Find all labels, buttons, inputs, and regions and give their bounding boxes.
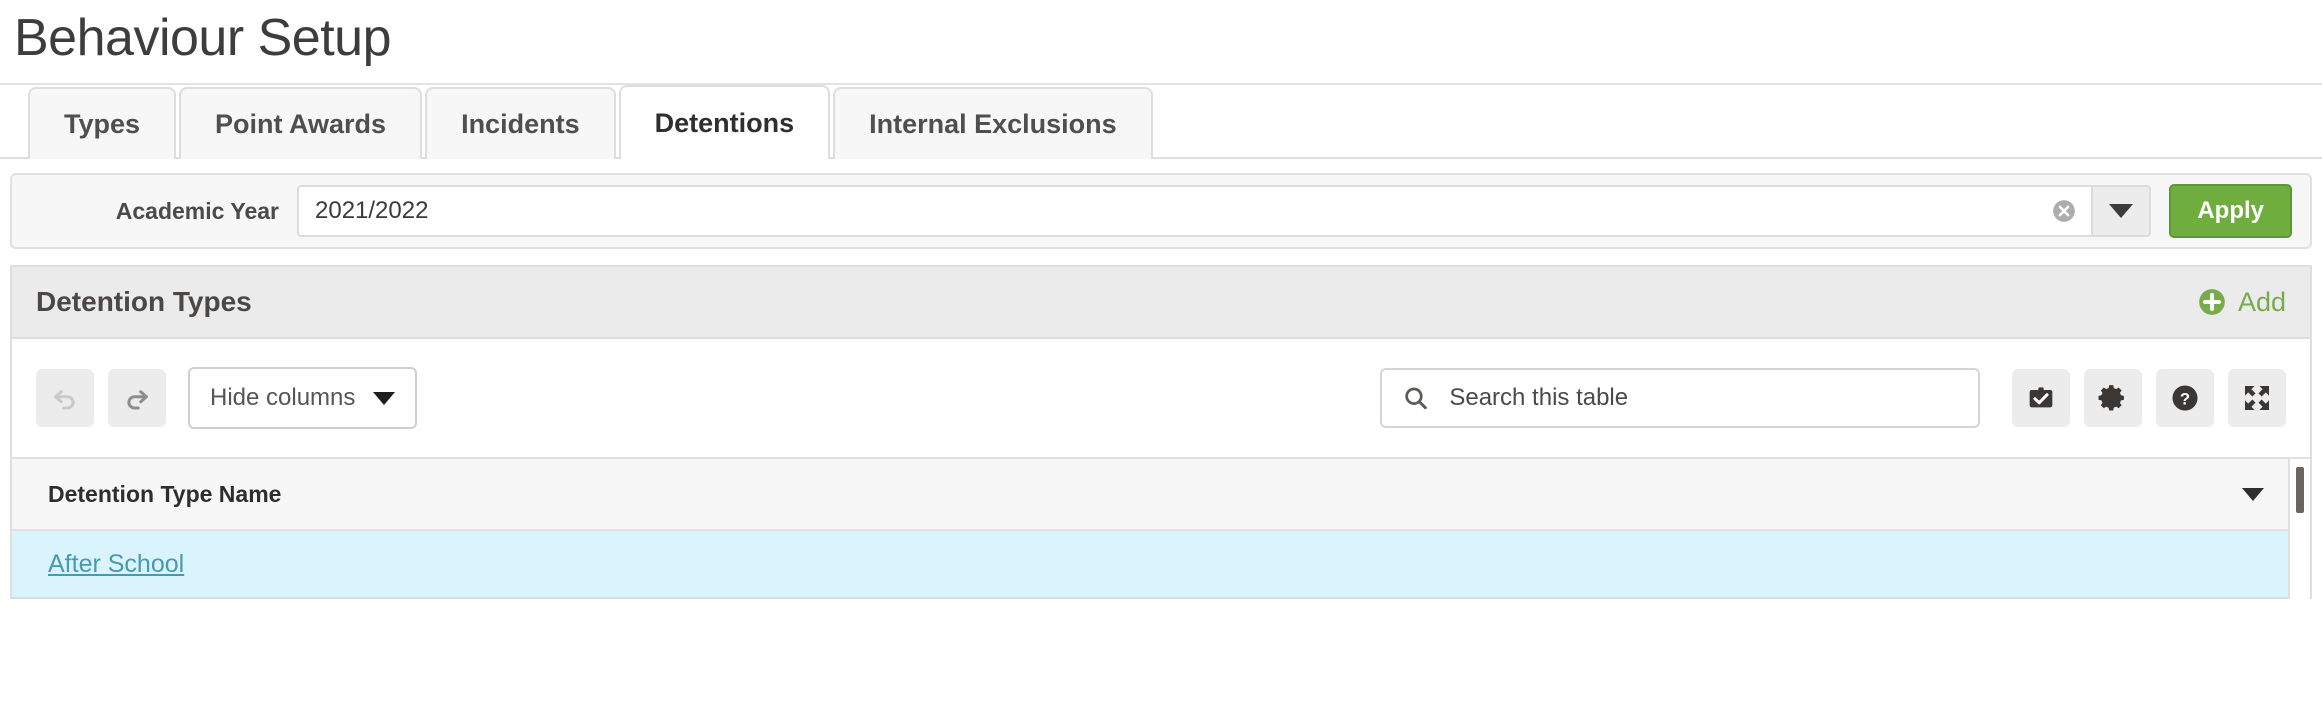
tab-incidents[interactable]: Incidents [425,87,616,159]
table-container: Detention Type Name After School [12,457,2310,599]
select-rows-icon [2025,382,2057,414]
apply-button[interactable]: Apply [2169,184,2292,238]
tab-label: Internal Exclusions [869,109,1117,140]
search-box[interactable] [1380,368,1980,428]
table-header-row: Detention Type Name [12,459,2288,531]
chevron-down-icon [373,392,395,405]
academic-year-value: 2021/2022 [315,197,428,225]
tab-label: Incidents [461,109,580,140]
academic-year-select[interactable]: 2021/2022 [297,185,2151,237]
panel-header: Detention Types Add [12,267,2310,339]
tab-label: Detentions [655,108,795,139]
add-button[interactable]: Add [2198,287,2286,318]
page-title: Behaviour Setup [0,0,2322,71]
detention-type-link[interactable]: After School [48,550,184,579]
tab-label: Types [64,109,140,140]
hide-columns-dropdown[interactable]: Hide columns [188,367,417,429]
search-input[interactable] [1447,383,1958,413]
tab-label: Point Awards [215,109,386,140]
toolbar-left-group: Hide columns [36,367,417,429]
fullscreen-button[interactable] [2228,369,2286,427]
chevron-down-icon[interactable] [2242,488,2264,501]
panel-title: Detention Types [36,286,252,318]
tab-detentions[interactable]: Detentions [619,85,831,159]
hide-columns-label: Hide columns [210,384,355,412]
academic-year-dropdown-button[interactable] [2091,185,2151,237]
chevron-down-icon [2109,204,2133,218]
search-icon [1402,383,1429,413]
scrollbar-thumb[interactable] [2296,467,2304,513]
undo-arrow-icon [50,383,80,413]
detention-types-table: Detention Type Name After School [12,459,2288,599]
redo-button[interactable] [108,369,166,427]
academic-year-input[interactable]: 2021/2022 [297,185,2091,237]
table-toolbar: Hide columns [12,339,2310,457]
plus-circle-icon [2198,288,2226,316]
undo-button[interactable] [36,369,94,427]
table-row[interactable]: After School [12,531,2288,599]
toolbar-right-group: ? [1380,368,2286,428]
add-button-label: Add [2238,287,2286,318]
svg-text:?: ? [2180,389,2190,408]
tab-point-awards[interactable]: Point Awards [179,87,422,159]
vertical-scrollbar[interactable] [2288,459,2310,599]
filter-bar: Academic Year 2021/2022 Apply [10,173,2312,249]
fullscreen-icon [2241,382,2273,414]
tab-internal-exclusions[interactable]: Internal Exclusions [833,87,1153,159]
tab-bar: Types Point Awards Incidents Detentions … [0,85,2322,159]
tab-types[interactable]: Types [28,87,176,159]
column-header-detention-type-name[interactable]: Detention Type Name [48,481,281,508]
help-button[interactable]: ? [2156,369,2214,427]
settings-button[interactable] [2084,369,2142,427]
select-rows-button[interactable] [2012,369,2070,427]
page-header: Behaviour Setup [0,0,2322,85]
clear-circle-icon[interactable] [2051,198,2077,224]
gear-icon [2097,382,2129,414]
academic-year-label: Academic Year [12,198,297,225]
detention-types-panel: Detention Types Add [10,265,2312,599]
redo-arrow-icon [122,383,152,413]
help-icon: ? [2169,382,2201,414]
